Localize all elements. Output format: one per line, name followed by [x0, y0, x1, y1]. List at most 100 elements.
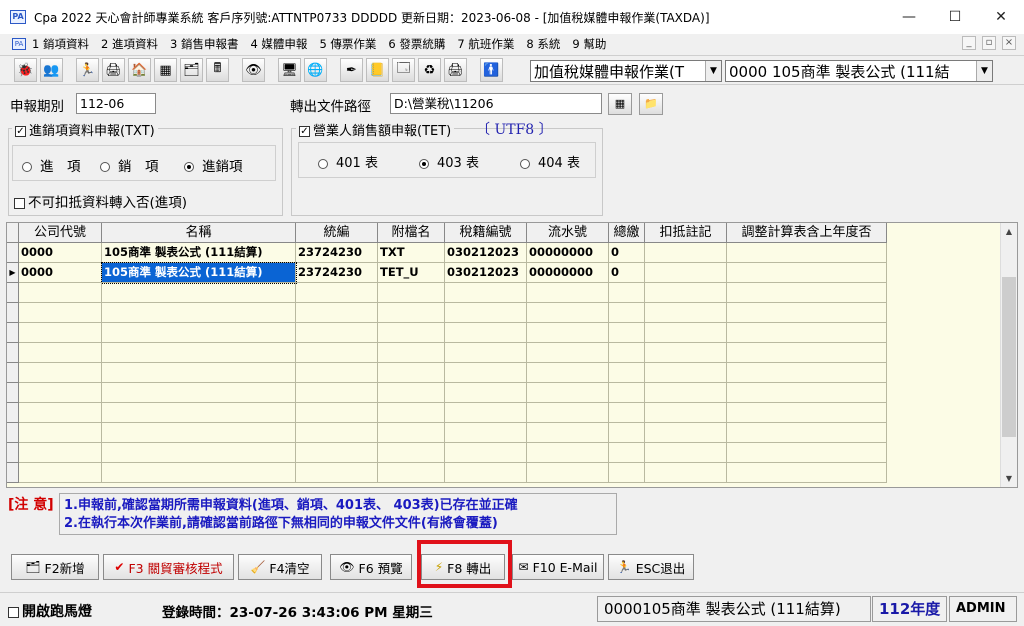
empty-row[interactable] [7, 383, 887, 403]
col-tax-reg-no[interactable]: 稅籍編號 [445, 223, 527, 243]
cell-name[interactable] [102, 403, 296, 423]
cell-tax-reg-no[interactable] [445, 463, 527, 483]
cell-name[interactable] [102, 463, 296, 483]
scroll-up-icon[interactable]: ▲ [1001, 223, 1017, 240]
empty-row[interactable] [7, 343, 887, 363]
cell-extension[interactable] [378, 403, 445, 423]
cell-name[interactable] [102, 443, 296, 463]
cell-serial-no[interactable] [527, 363, 609, 383]
cell-deduction-note[interactable] [645, 283, 727, 303]
cell-tax-id[interactable] [296, 463, 378, 483]
grid-scrollbar[interactable]: ▲ ▼ [1000, 223, 1017, 487]
radio-404[interactable]: 404 表 [520, 152, 580, 171]
pen-icon[interactable]: ✒ [340, 58, 363, 82]
cell-total-payment[interactable] [609, 283, 645, 303]
col-adjustment[interactable]: 調整計算表含上年度否 [727, 223, 887, 243]
period-input[interactable]: 112-06 [76, 93, 156, 114]
col-tax-id[interactable]: 統編 [296, 223, 378, 243]
cell-total-payment[interactable] [609, 383, 645, 403]
window-icon[interactable]: 🗔 [392, 58, 415, 82]
cell-tax-id[interactable] [296, 303, 378, 323]
cell-name[interactable] [102, 363, 296, 383]
browse-path-icon[interactable]: ▦ [608, 93, 632, 115]
cell-adjustment[interactable] [727, 243, 887, 263]
row-indicator[interactable] [7, 243, 19, 263]
radio-sales-dot[interactable] [100, 162, 110, 172]
cell-serial-no[interactable] [527, 303, 609, 323]
cell-company-code[interactable] [19, 423, 102, 443]
user-red-icon[interactable]: 🐞 [14, 58, 37, 82]
menu-item-purchases[interactable]: 2 進項資料 [101, 36, 158, 52]
cell-tax-id[interactable] [296, 343, 378, 363]
refresh-icon[interactable]: ♻ [418, 58, 441, 82]
cell-total-payment[interactable] [609, 443, 645, 463]
cell-tax-reg-no[interactable] [445, 403, 527, 423]
cell-extension[interactable] [378, 343, 445, 363]
f2-add-button[interactable]: 🗂 F2新增 [11, 554, 99, 580]
cell-adjustment[interactable] [727, 303, 887, 323]
radio-purchase-dot[interactable] [22, 162, 32, 172]
close-button[interactable]: ✕ [978, 0, 1024, 34]
menu-item-flight[interactable]: 7 航班作業 [457, 36, 514, 52]
cell-deduction-note[interactable] [645, 263, 727, 283]
cell-name[interactable]: 105商準 製表公式 (111結算) [102, 243, 296, 263]
cell-company-code[interactable] [19, 443, 102, 463]
cell-tax-reg-no[interactable]: 030212023 [445, 243, 527, 263]
col-extension[interactable]: 附檔名 [378, 223, 445, 243]
menu-item-sales[interactable]: 1 銷項資料 [32, 36, 89, 52]
empty-row[interactable] [7, 283, 887, 303]
cell-serial-no[interactable] [527, 323, 609, 343]
cell-adjustment[interactable] [727, 423, 887, 443]
monitor-icon[interactable]: 🖥 [278, 58, 301, 82]
calculator-icon[interactable]: 🖩 [206, 58, 229, 82]
cell-extension[interactable] [378, 443, 445, 463]
cell-name[interactable] [102, 303, 296, 323]
cell-company-code[interactable] [19, 383, 102, 403]
export-path-input[interactable]: D:\營業稅\11206 [390, 93, 602, 114]
menu-item-invoice-purchase[interactable]: 6 發票統購 [388, 36, 445, 52]
cell-total-payment[interactable] [609, 403, 645, 423]
cell-adjustment[interactable] [727, 363, 887, 383]
row-indicator[interactable] [7, 283, 19, 303]
cell-adjustment[interactable] [727, 323, 887, 343]
cell-extension[interactable] [378, 363, 445, 383]
cell-total-payment[interactable] [609, 323, 645, 343]
col-serial-no[interactable]: 流水號 [527, 223, 609, 243]
col-company-code[interactable]: 公司代號 [19, 223, 102, 243]
cell-tax-reg-no[interactable] [445, 303, 527, 323]
note-icon[interactable]: 📒 [366, 58, 389, 82]
home-icon[interactable]: 🏠 [128, 58, 151, 82]
cell-tax-id[interactable] [296, 443, 378, 463]
cell-extension[interactable] [378, 383, 445, 403]
cell-extension[interactable] [378, 323, 445, 343]
cell-name[interactable] [102, 323, 296, 343]
cell-serial-no[interactable] [527, 383, 609, 403]
empty-row[interactable] [7, 463, 887, 483]
menu-item-media-filing[interactable]: 4 媒體申報 [250, 36, 307, 52]
run-icon[interactable]: 🏃 [76, 58, 99, 82]
cell-extension[interactable] [378, 423, 445, 443]
cell-total-payment[interactable] [609, 423, 645, 443]
cell-serial-no[interactable] [527, 463, 609, 483]
cell-company-code[interactable] [19, 283, 102, 303]
table-icon[interactable]: ▦ [154, 58, 177, 82]
cell-tax-id[interactable]: 23724230 [296, 263, 378, 283]
cell-serial-no[interactable]: 00000000 [527, 243, 609, 263]
empty-row[interactable] [7, 403, 887, 423]
cell-tax-reg-no[interactable] [445, 383, 527, 403]
col-name[interactable]: 名稱 [102, 223, 296, 243]
cell-deduction-note[interactable] [645, 443, 727, 463]
cell-extension[interactable] [378, 303, 445, 323]
cell-adjustment[interactable] [727, 403, 887, 423]
radio-401[interactable]: 401 表 [318, 152, 378, 171]
radio-purchase[interactable]: 進 項 [22, 155, 81, 175]
esc-exit-button[interactable]: 🏃 ESC退出 [608, 554, 694, 580]
radio-both-dot[interactable] [184, 162, 194, 172]
cell-total-payment[interactable] [609, 363, 645, 383]
row-indicator[interactable] [7, 343, 19, 363]
cell-deduction-note[interactable] [645, 243, 727, 263]
chevron-down-icon[interactable]: ▼ [705, 61, 721, 81]
txt-checkbox[interactable]: ✓ [15, 126, 26, 137]
cell-company-code[interactable]: 0000 [19, 263, 102, 283]
cell-serial-no[interactable] [527, 343, 609, 363]
